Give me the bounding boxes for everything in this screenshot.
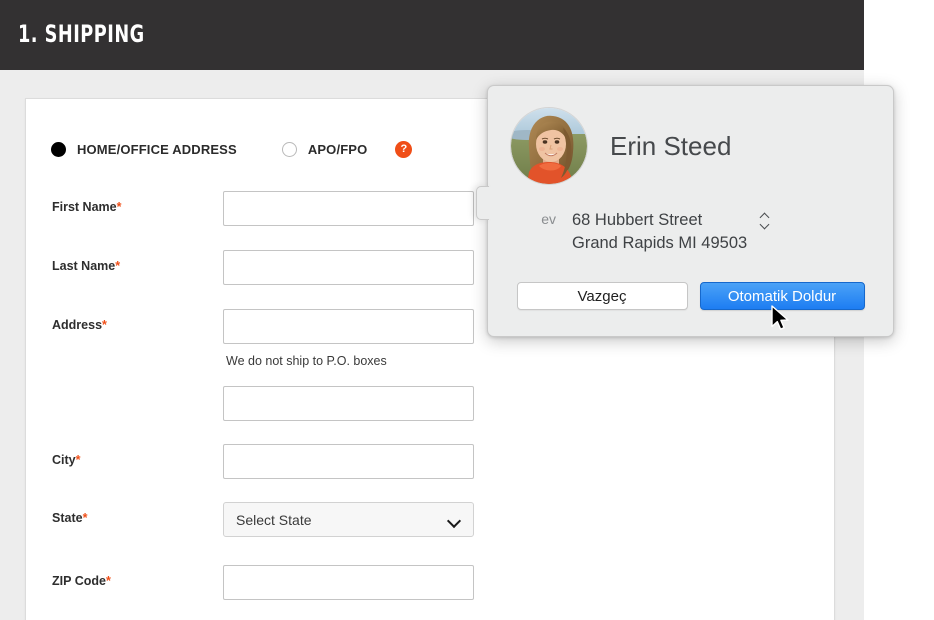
avatar — [511, 108, 587, 184]
label-last-name: Last Name* — [52, 259, 120, 273]
cancel-button[interactable]: Vazgeç — [516, 282, 688, 310]
label-city: City* — [52, 453, 81, 467]
autofill-popover: Erin Steed ev 68 Hubbert Street Grand Ra… — [476, 85, 894, 337]
required-asterisk: * — [102, 318, 107, 332]
autofill-identity: Erin Steed — [511, 108, 731, 184]
label-address-text: Address — [52, 318, 103, 332]
radio-apo-fpo[interactable]: APO/FPO — [281, 142, 368, 157]
autofill-address-lines: 68 Hubbert Street Grand Rapids MI 49503 — [572, 209, 747, 255]
label-first-name: First Name* — [52, 200, 121, 214]
input-zip-code[interactable] — [223, 565, 474, 600]
autofill-button-row: Vazgeç Otomatik Doldur — [488, 282, 893, 310]
address-stepper[interactable] — [759, 213, 770, 228]
chevron-up-icon — [759, 213, 770, 219]
autofill-address-row[interactable]: ev 68 Hubbert Street Grand Rapids MI 495… — [512, 209, 770, 255]
input-first-name[interactable] — [223, 191, 474, 226]
autofill-button[interactable]: Otomatik Doldur — [699, 282, 865, 310]
label-city-text: City — [52, 453, 76, 467]
required-asterisk: * — [82, 511, 88, 525]
radio-unselected-icon — [281, 142, 297, 157]
help-question-icon[interactable]: ? — [395, 141, 413, 158]
required-asterisk: * — [105, 574, 111, 588]
select-state[interactable]: Select State — [223, 502, 474, 537]
popover-pointer-tail — [476, 186, 492, 220]
input-city[interactable] — [223, 444, 474, 479]
input-last-name[interactable] — [223, 250, 474, 285]
label-zip-code: ZIP Code* — [52, 574, 111, 588]
autofill-address-line2: Grand Rapids MI 49503 — [572, 234, 748, 252]
chevron-down-icon — [759, 222, 770, 228]
required-asterisk: * — [116, 200, 122, 214]
label-address: Address* — [52, 318, 107, 332]
required-asterisk: * — [75, 453, 81, 467]
autofill-address-tag: ev — [541, 211, 556, 227]
label-state: State* — [52, 511, 87, 525]
address-type-radio-group: HOME/OFFICE ADDRESS APO/FPO ? — [51, 141, 413, 158]
radio-home-office-label: HOME/OFFICE ADDRESS — [77, 142, 237, 157]
autofill-contact-name: Erin Steed — [610, 130, 732, 161]
label-state-text: State — [52, 511, 83, 525]
page-title: 1. SHIPPING — [18, 20, 145, 48]
radio-selected-icon — [51, 142, 66, 157]
input-address-line2[interactable] — [223, 386, 474, 421]
shipping-section-header: 1. SHIPPING — [0, 0, 864, 70]
input-address-line1[interactable] — [223, 309, 474, 344]
label-first-name-text: First Name — [52, 200, 117, 214]
label-last-name-text: Last Name — [52, 259, 116, 273]
select-state-value: Select State — [236, 511, 312, 528]
address-helper-text: We do not ship to P.O. boxes — [226, 354, 387, 368]
autofill-address-line1: 68 Hubbert Street — [572, 211, 703, 229]
label-zip-code-text: ZIP Code — [52, 574, 106, 588]
radio-apo-fpo-label: APO/FPO — [307, 142, 368, 157]
chevron-down-icon — [448, 516, 461, 524]
required-asterisk: * — [115, 259, 121, 273]
radio-home-office-address[interactable]: HOME/OFFICE ADDRESS — [51, 142, 237, 157]
screenshot-root: 1. SHIPPING HOME/OFFICE ADDRESS APO/FPO … — [0, 0, 934, 620]
